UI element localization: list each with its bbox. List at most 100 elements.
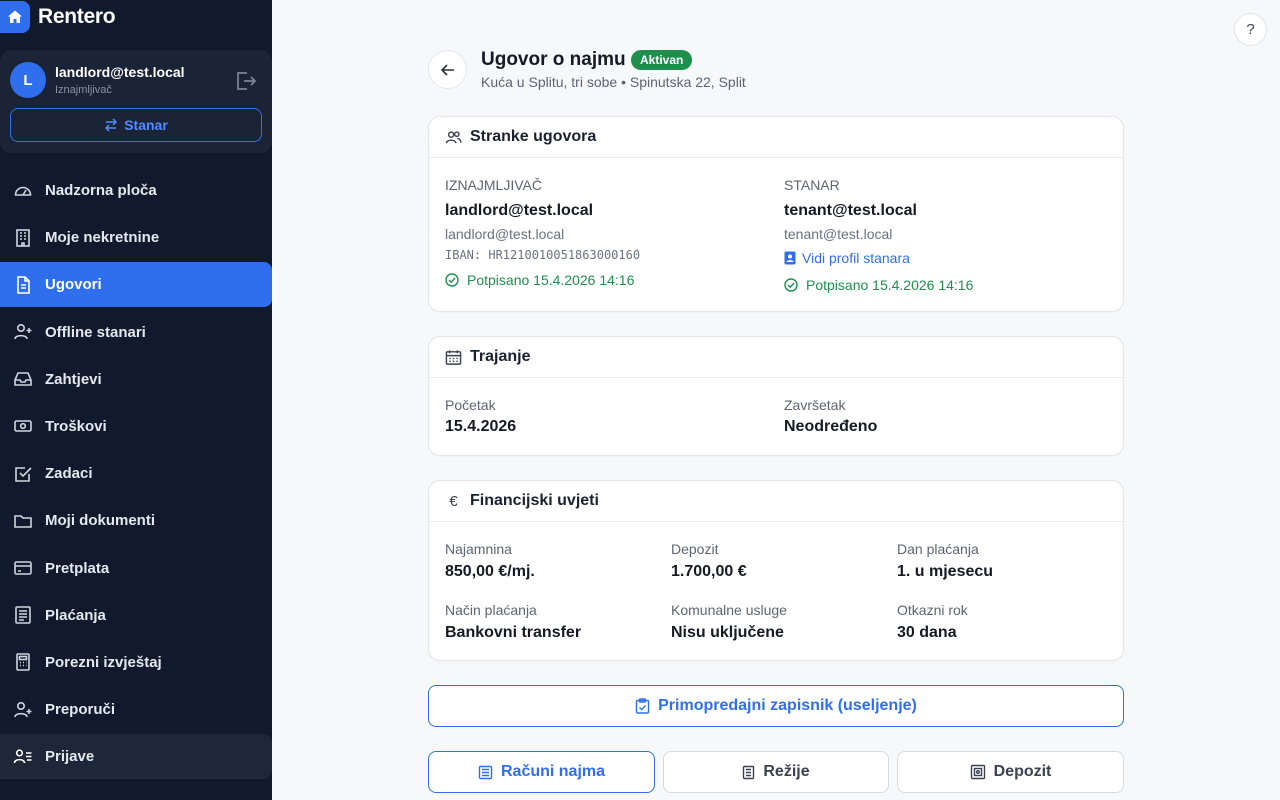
sidebar-item-tasks[interactable]: Zadaci	[0, 451, 272, 496]
sidebar-item-label: Nadzorna ploča	[45, 182, 157, 199]
building-icon	[13, 228, 33, 248]
euro-icon: €	[449, 492, 458, 510]
sidebar-item-tax-report[interactable]: Porezni izvještaj	[0, 640, 272, 685]
sidebar-item-documents[interactable]: Moji dokumenti	[0, 498, 272, 543]
tenant-profile-link[interactable]: Vidi profil stanara	[784, 250, 910, 266]
help-icon: ?	[1246, 21, 1255, 38]
landlord-name: landlord@test.local	[445, 202, 594, 219]
utility-bills-label: Režije	[763, 763, 810, 780]
tenant-signed-status: Potpisano 15.4.2026 14:16	[784, 277, 973, 293]
sidebar-item-label: Porezni izvještaj	[45, 653, 162, 671]
gauge-icon	[13, 181, 33, 201]
check-circle-icon	[445, 273, 459, 287]
finance-card-header: € Financijski uvjeti	[429, 481, 1123, 522]
logout-icon[interactable]	[234, 70, 258, 92]
user-add-icon	[13, 700, 33, 720]
end-date-value: Neodređeno	[784, 418, 878, 435]
sidebar-item-expenses[interactable]: Troškovi	[0, 404, 272, 449]
page-title: Ugovor o najmu	[481, 49, 626, 70]
brand[interactable]: Rentero	[0, 0, 116, 34]
receipt-icon	[13, 605, 33, 625]
sidebar-item-label: Plaćanja	[45, 606, 106, 624]
checkbox-icon	[13, 464, 33, 484]
notice-period-label: Otkazni rok	[897, 602, 968, 618]
parties-card-title: Stranke ugovora	[470, 128, 597, 145]
sidebar-item-payments[interactable]: Plaćanja	[0, 593, 272, 638]
parties-card: Stranke ugovora IZNAJMLJIVAČ landlord@te…	[428, 116, 1124, 312]
utility-bills-button[interactable]: Režije	[663, 751, 889, 793]
tenant-profile-link-label: Vidi profil stanara	[802, 250, 910, 266]
id-badge-icon	[784, 251, 796, 265]
start-date-label: Početak	[445, 397, 496, 413]
calculator-icon	[13, 652, 33, 672]
landlord-email: landlord@test.local	[445, 226, 565, 242]
duration-card: Trajanje Početak 15.4.2026 Završetak Neo…	[428, 336, 1124, 456]
sidebar-item-offline-tenants[interactable]: Offline stanari	[0, 310, 272, 355]
parties-card-header: Stranke ugovora	[429, 117, 1123, 158]
help-button[interactable]: ?	[1234, 13, 1267, 46]
back-button[interactable]	[428, 50, 467, 89]
sidebar-item-label: Prijave	[45, 748, 95, 766]
deposit-label: Depozit	[671, 541, 719, 557]
sidebar-item-label: Moje nekretnine	[45, 229, 160, 247]
sidebar-item-label: Zahtjevi	[45, 370, 102, 388]
sidebar-item-label: Troškovi	[45, 417, 107, 435]
document-icon	[13, 275, 33, 295]
handover-report-button[interactable]: Primopredajni zapisnik (useljenje)	[428, 685, 1124, 727]
sidebar-item-label: Offline stanari	[45, 323, 146, 341]
handover-report-label: Primopredajni zapisnik (useljenje)	[658, 697, 917, 714]
status-badge: Aktivan	[631, 50, 693, 70]
sidebar-item-label: Moji dokumenti	[45, 512, 155, 530]
switch-role-button[interactable]: Stanar	[10, 108, 262, 142]
start-date-value: 15.4.2026	[445, 418, 517, 435]
payment-method-label: Način plaćanja	[445, 602, 537, 618]
avatar: L	[10, 62, 46, 98]
sidebar-item-referrals[interactable]: Preporuči	[0, 687, 272, 732]
switch-role-label: Stanar	[124, 117, 168, 133]
tenant-signed-text: Potpisano 15.4.2026 14:16	[806, 277, 974, 293]
rent-invoices-button[interactable]: Računi najma	[428, 751, 655, 793]
sidebar-item-label: Pretplata	[45, 559, 110, 577]
notice-period-value: 30 dana	[897, 624, 957, 641]
user-role: Iznajmljivač	[55, 84, 112, 96]
landlord-signed-status: Potpisano 15.4.2026 14:16	[445, 272, 634, 288]
sidebar-item-dashboard[interactable]: Nadzorna ploča	[0, 168, 272, 213]
tenant-name: tenant@test.local	[784, 202, 917, 219]
deposit-button[interactable]: Depozit	[897, 751, 1124, 793]
sidebar-item-label: Zadaci	[45, 465, 93, 483]
sidebar-item-requests[interactable]: Zahtjevi	[0, 357, 272, 402]
duration-card-title: Trajanje	[470, 348, 531, 365]
deposit-value: 1.700,00 €	[671, 563, 747, 580]
clipboard-check-icon	[635, 698, 650, 714]
inbox-icon	[13, 369, 33, 389]
sidebar-item-subscription[interactable]: Pretplata	[0, 546, 272, 591]
user-email: landlord@test.local	[55, 64, 185, 80]
bill-icon	[743, 765, 755, 779]
finance-card-title: Financijski uvjeti	[470, 492, 599, 509]
sidebar-item-registrations[interactable]: Prijave	[0, 734, 272, 780]
user-card: L landlord@test.local Iznajmljivač Stana…	[0, 50, 272, 153]
rent-invoices-label: Računi najma	[500, 763, 606, 780]
sidebar-nav: Nadzorna ploča Moje nekretnine Ugovori O…	[0, 168, 272, 781]
safe-icon	[970, 764, 985, 780]
payment-method-value: Bankovni transfer	[445, 624, 582, 641]
deposit-button-label: Depozit	[993, 763, 1052, 780]
sidebar-item-label: Preporuči	[45, 701, 116, 719]
sidebar-item-properties[interactable]: Moje nekretnine	[0, 215, 272, 260]
finance-card: € Financijski uvjeti Najamnina 850,00 €/…	[428, 480, 1124, 661]
landlord-signed-text: Potpisano 15.4.2026 14:16	[467, 272, 635, 288]
landlord-heading: IZNAJMLJIVAČ	[445, 177, 542, 193]
invoice-icon	[478, 765, 493, 779]
landlord-iban: IBAN: HR1210010051863000160	[445, 248, 641, 262]
sidebar-item-label: Ugovori	[45, 276, 102, 294]
user-list-icon	[13, 747, 33, 767]
users-icon	[445, 130, 462, 143]
sidebar-item-contracts[interactable]: Ugovori	[0, 262, 272, 308]
duration-card-header: Trajanje	[429, 337, 1123, 378]
end-date-label: Završetak	[784, 397, 846, 413]
payday-label: Dan plaćanja	[897, 541, 979, 557]
tenant-heading: STANAR	[784, 177, 840, 193]
payday-value: 1. u mjesecu	[897, 563, 994, 580]
tenant-email: tenant@test.local	[784, 226, 893, 242]
arrow-left-icon	[440, 63, 454, 76]
